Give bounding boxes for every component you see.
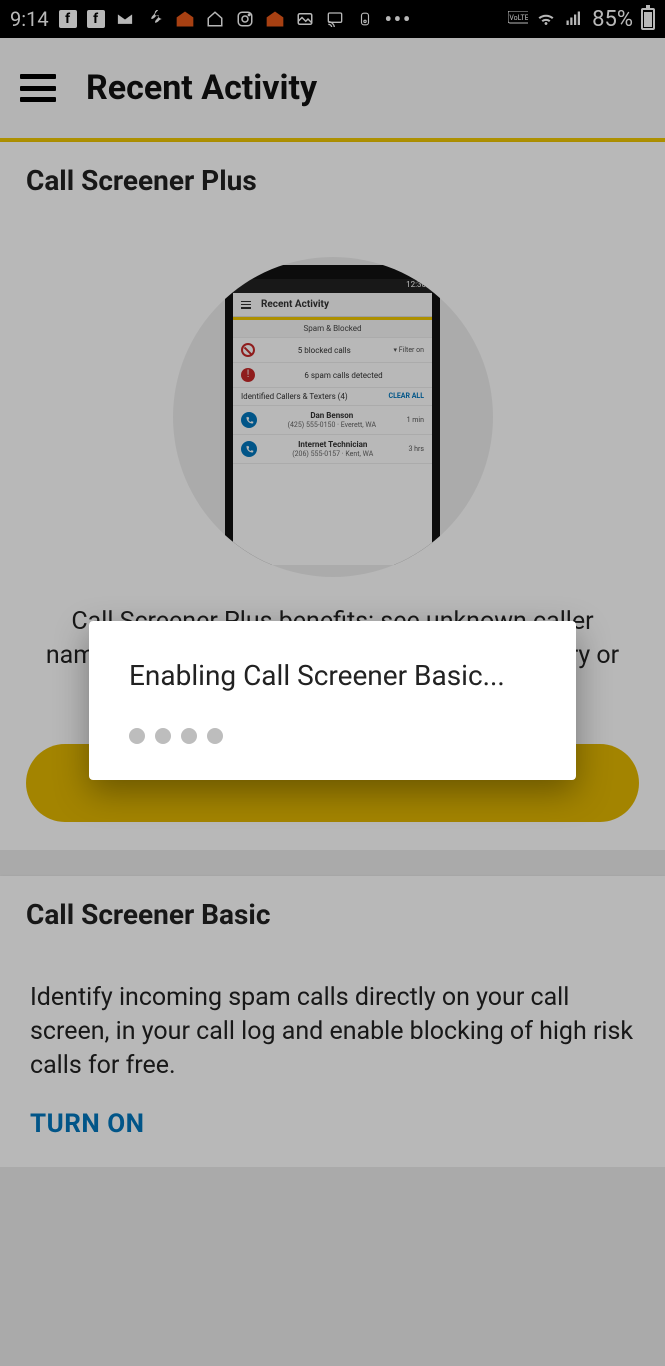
status-time: 9:14	[10, 7, 49, 31]
loading-dialog: Enabling Call Screener Basic...	[89, 621, 576, 780]
phone-mockup: 12:30 Recent Activity Spam & Blocked 5 b…	[225, 265, 440, 565]
facebook-icon: f	[59, 10, 77, 28]
status-left: 9:14 f f •••	[10, 7, 412, 31]
blocked-icon	[241, 343, 255, 357]
hero-image: 12:30 Recent Activity Spam & Blocked 5 b…	[0, 237, 665, 587]
mock-caller1-time: 1 min	[407, 416, 424, 424]
pinwheel-icon	[145, 9, 165, 29]
basic-description: Identify incoming spam calls directly on…	[30, 981, 635, 1082]
gallery-icon	[295, 9, 315, 29]
mock-spam-header: Spam & Blocked	[233, 320, 432, 338]
app-bar: Recent Activity	[0, 38, 665, 138]
menu-icon[interactable]	[20, 74, 56, 102]
mock-clear-all: CLEAR ALL	[388, 392, 424, 401]
mock-caller2: Internet Technician	[298, 440, 367, 449]
screen: 9:14 f f ••• VoLTE 85% Recent Activity C	[0, 0, 665, 1366]
more-icon: •••	[385, 7, 413, 31]
mock-menu-icon	[241, 301, 251, 309]
mock-row1-right: ▾ Filter on	[394, 346, 425, 354]
mock-identified-header: Identified Callers & Texters (4)	[241, 392, 348, 401]
phone-icon	[241, 412, 257, 428]
status-right: VoLTE 85%	[508, 7, 655, 32]
turn-on-button[interactable]: TURN ON	[30, 1109, 144, 1139]
signal-icon	[564, 9, 584, 29]
home-solid-icon	[175, 9, 195, 29]
mock-row1: 5 blocked calls	[263, 346, 386, 355]
home-outline-icon	[205, 9, 225, 29]
wifi-icon	[536, 9, 556, 29]
mock-title: Recent Activity	[261, 299, 329, 310]
cast-icon	[325, 9, 345, 29]
mock-caller1-sub: (425) 555-0150 · Everett, WA	[288, 421, 376, 429]
svg-text:VoLTE: VoLTE	[510, 14, 529, 22]
page-title: Recent Activity	[86, 68, 317, 108]
battery-text: 85%	[592, 7, 633, 32]
mock-row2: 6 spam calls detected	[263, 371, 424, 380]
status-bar: 9:14 f f ••• VoLTE 85%	[0, 0, 665, 38]
facebook-icon: f	[87, 10, 105, 28]
basic-body: Identify incoming spam calls directly on…	[0, 953, 665, 1166]
mock-caller2-sub: (206) 555-0157 · Kent, WA	[292, 450, 373, 458]
plus-header: Call Screener Plus	[0, 142, 665, 219]
mock-caller1: Dan Benson	[310, 411, 353, 420]
basic-header: Call Screener Basic	[0, 876, 665, 953]
mock-caller2-time: 3 hrs	[408, 445, 424, 453]
gmail-icon	[115, 9, 135, 29]
volte-icon: VoLTE	[508, 9, 528, 29]
battery-icon	[641, 8, 655, 30]
loading-dots-icon	[129, 728, 536, 744]
device-icon	[355, 9, 375, 29]
phone-icon	[241, 441, 257, 457]
dialog-title: Enabling Call Screener Basic...	[129, 659, 536, 692]
warning-icon: !	[241, 368, 255, 382]
home-solid-icon	[265, 9, 285, 29]
instagram-icon	[235, 9, 255, 29]
mock-status-time: 12:30	[406, 280, 426, 289]
